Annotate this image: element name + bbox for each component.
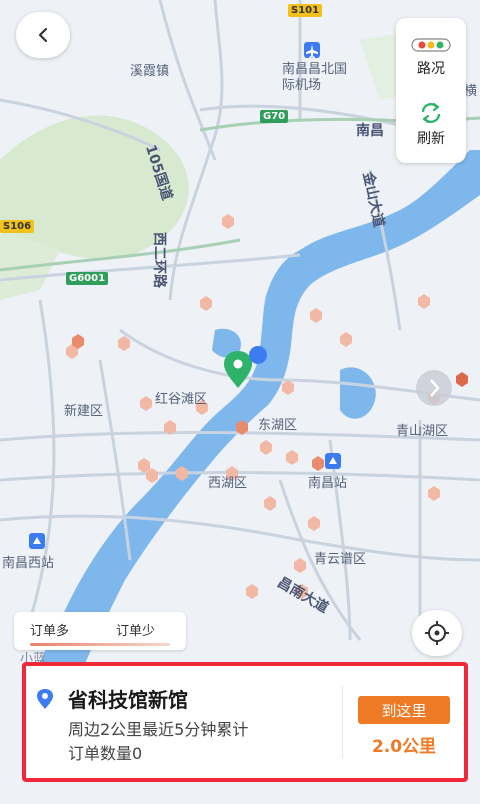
location-info-card: 省科技馆新馆 周边2公里最近5分钟累计 订单数量0 到这里 2.0公里: [22, 662, 468, 782]
route-shield-g6001: G6001: [66, 272, 109, 285]
card-divider: [342, 686, 343, 758]
order-summary-line2: 订单数量0: [68, 744, 143, 763]
current-location-dot: [249, 346, 267, 364]
road-label-nanchang: 南昌: [356, 123, 384, 139]
order-summary: 周边2公里最近5分钟累计 订单数量0: [68, 718, 330, 766]
map-label-donghu: 东湖区: [258, 418, 298, 433]
legend-gradient-bar: [30, 643, 170, 646]
traffic-button[interactable]: 路况: [396, 38, 466, 78]
refresh-label: 刷新: [417, 131, 445, 147]
expand-arrow-icon[interactable]: [416, 370, 452, 406]
map-label-nanchang-west: 南昌西站: [2, 556, 55, 571]
train-station-icon: [325, 453, 341, 469]
map-label-nanchang-station: 南昌站: [308, 476, 348, 491]
map-label-xihu: 西湖区: [208, 476, 248, 491]
order-summary-line1: 周边2公里最近5分钟累计: [68, 720, 249, 739]
refresh-icon: [421, 102, 441, 124]
place-title: 省科技馆新馆: [68, 688, 188, 712]
map-label-qingshanhu: 青山湖区: [396, 424, 449, 439]
legend-more-label: 订单多: [30, 624, 70, 639]
order-density-legend: 订单多 订单少: [14, 612, 186, 650]
map-tools-panel: 路况 刷新: [396, 18, 466, 163]
traffic-label: 路况: [417, 61, 445, 77]
map-label-xinjian: 新建区: [64, 404, 104, 419]
location-pin-icon: [37, 689, 53, 709]
map-label-qingyunpu: 青云谱区: [314, 552, 367, 567]
locate-me-button[interactable]: [412, 610, 462, 656]
legend-less-label: 订单少: [116, 624, 156, 639]
airport-icon: [304, 42, 320, 58]
train-station-icon: [29, 533, 45, 549]
map-label-honggutan: 红谷滩区: [155, 392, 208, 407]
route-shield-g70: G70: [260, 110, 289, 123]
refresh-button[interactable]: 刷新: [396, 100, 466, 148]
back-arrow-icon: [38, 27, 48, 43]
go-here-button[interactable]: 到这里: [358, 696, 450, 724]
map-label-xixia: 溪霞镇: [130, 64, 170, 79]
map-label-airport: 南昌昌北国际机场: [282, 62, 348, 93]
distance-value: 2.0公里: [371, 737, 437, 757]
route-shield-s101: S101: [288, 4, 323, 17]
crosshair-icon: [425, 621, 449, 645]
traffic-light-icon: [411, 38, 451, 52]
back-button[interactable]: [16, 12, 70, 58]
route-shield-s106: S106: [0, 220, 35, 233]
road-label-xihuan: 西二环路: [151, 232, 167, 288]
